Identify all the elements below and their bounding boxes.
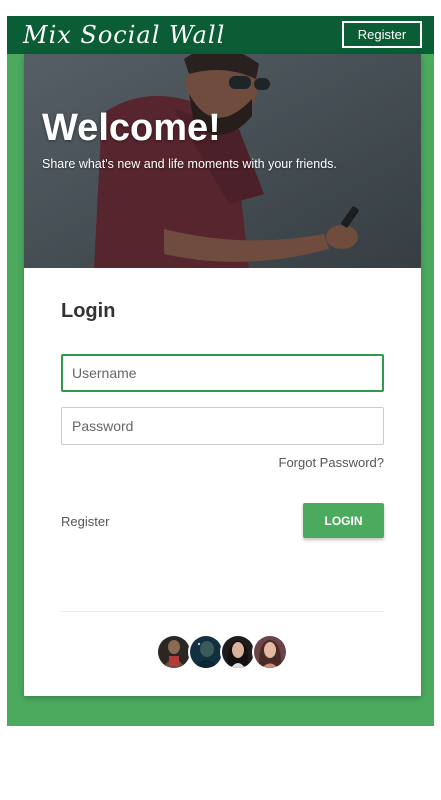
brand-logo[interactable]: Mix Social Wall <box>23 20 225 50</box>
avatar[interactable] <box>188 634 224 670</box>
avatar-group <box>156 634 288 670</box>
avatar-image <box>222 636 254 668</box>
app-container: Mix Social Wall Register Welcome! Share … <box>7 16 434 726</box>
avatar-image <box>254 636 286 668</box>
avatar-image <box>158 636 190 668</box>
nav-register-button[interactable]: Register <box>342 21 422 48</box>
welcome-title: Welcome! <box>42 107 221 149</box>
navbar: Mix Social Wall Register <box>7 16 434 54</box>
avatar[interactable] <box>156 634 192 670</box>
register-link[interactable]: Register <box>61 514 109 529</box>
hero-banner: Welcome! Share what's new and life momen… <box>24 54 421 268</box>
login-title: Login <box>61 300 116 322</box>
divider <box>61 611 384 612</box>
avatar[interactable] <box>220 634 256 670</box>
welcome-subtitle: Share what's new and life moments with y… <box>42 157 337 171</box>
username-input[interactable] <box>61 354 384 392</box>
avatar[interactable] <box>252 634 288 670</box>
login-card: Welcome! Share what's new and life momen… <box>24 54 421 696</box>
forgot-password-link[interactable]: Forgot Password? <box>279 455 385 470</box>
login-button[interactable]: LOGIN <box>303 503 384 538</box>
password-input[interactable] <box>61 407 384 445</box>
avatar-image <box>190 636 222 668</box>
